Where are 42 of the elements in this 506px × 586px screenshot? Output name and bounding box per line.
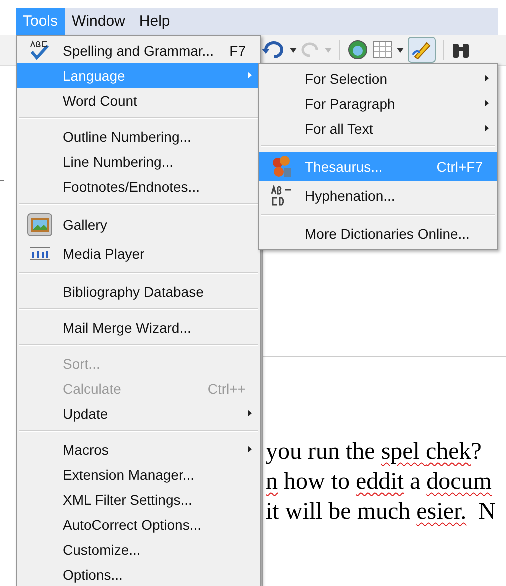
globe-icon[interactable] — [347, 39, 369, 61]
undo-icon[interactable] — [262, 40, 286, 60]
document-text: you run the spel chek? — [266, 438, 482, 467]
submenu-arrow-icon — [485, 100, 489, 107]
menu-item[interactable]: For Selection — [259, 66, 497, 91]
spell-check-icon — [28, 40, 52, 62]
menu-item[interactable]: More Dictionaries Online... — [259, 221, 497, 246]
menu-item[interactable]: Line Numbering... — [17, 149, 260, 174]
menu-item[interactable]: Footnotes/Endnotes... — [17, 174, 260, 199]
menu-item[interactable]: XML Filter Settings... — [17, 487, 260, 512]
document-text: n how to eddit a docum — [266, 468, 492, 497]
dropdown-icon[interactable] — [290, 48, 297, 52]
menu-bar-item[interactable]: Help — [132, 8, 178, 35]
menu-item[interactable]: Bibliography Database — [17, 279, 260, 304]
submenu-arrow-icon — [485, 125, 489, 132]
picture-frame-icon — [27, 212, 53, 236]
menu-item[interactable]: AutoCorrect Options... — [17, 512, 260, 537]
menu-bar-item[interactable]: Window — [65, 8, 132, 35]
menu-item[interactable]: Gallery — [17, 210, 260, 239]
menu-item[interactable]: Macros — [17, 437, 260, 462]
menu-item[interactable]: Media Player — [17, 239, 260, 268]
hyphenation-icon — [270, 184, 294, 206]
menu-item[interactable]: Spelling and Grammar... F7 — [17, 38, 260, 63]
menu-item[interactable]: Update — [17, 401, 260, 426]
submenu-arrow-icon — [248, 446, 252, 453]
menu-item[interactable]: Customize... — [17, 537, 260, 562]
menu-item[interactable]: For all Text — [259, 116, 497, 141]
document-text: it will be much esier. N — [266, 498, 496, 527]
menu-item[interactable]: Outline Numbering... — [17, 124, 260, 149]
menu-item[interactable]: Extension Manager... — [17, 462, 260, 487]
dropdown-icon[interactable] — [397, 48, 404, 52]
thesaurus-icon — [271, 154, 293, 178]
submenu-arrow-icon — [248, 410, 252, 417]
pencil-icon[interactable] — [408, 37, 436, 63]
submenu-arrow-icon — [248, 72, 252, 79]
menu-item[interactable]: Hyphenation... — [259, 181, 497, 210]
menu-item[interactable]: Mail Merge Wizard... — [17, 315, 260, 340]
menu-item[interactable]: For Paragraph — [259, 91, 497, 116]
menu-item[interactable]: Options... — [17, 562, 260, 586]
film-strip-icon — [29, 246, 51, 262]
menu-item[interactable]: Word Count — [17, 88, 260, 113]
submenu-arrow-icon — [485, 75, 489, 82]
